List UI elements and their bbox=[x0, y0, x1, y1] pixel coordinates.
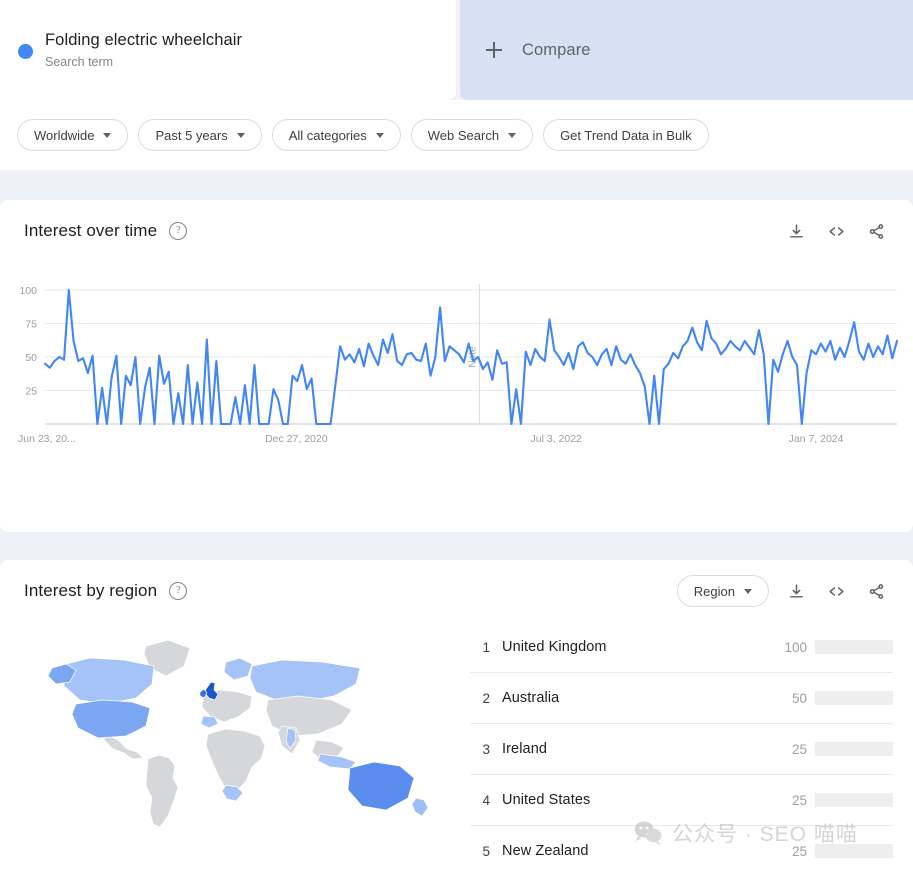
search-term-title: Folding electric wheelchair bbox=[45, 29, 242, 51]
region-asia bbox=[266, 696, 352, 736]
interest-over-time-header: Interest over time ? bbox=[0, 200, 913, 262]
region-scandinavia bbox=[224, 658, 252, 680]
world-map[interactable] bbox=[20, 622, 460, 872]
help-icon[interactable]: ? bbox=[169, 222, 187, 240]
search-terms-row: Folding electric wheelchair Search term … bbox=[0, 0, 913, 100]
compare-button[interactable]: Compare bbox=[460, 0, 913, 100]
region-rank: 5 bbox=[470, 844, 490, 859]
filter-category[interactable]: All categories bbox=[272, 119, 401, 151]
filter-time-range[interactable]: Past 5 years bbox=[138, 119, 261, 151]
chevron-down-icon bbox=[237, 133, 245, 138]
filter-search-type-label: Web Search bbox=[428, 128, 499, 143]
region-bar-track bbox=[815, 691, 893, 705]
search-term-text: Folding electric wheelchair Search term bbox=[45, 29, 242, 72]
search-term-subtitle: Search term bbox=[45, 52, 242, 72]
region-africa bbox=[206, 729, 265, 792]
svg-text:Jun 23, 20...: Jun 23, 20... bbox=[18, 433, 76, 445]
region-bar-track bbox=[815, 844, 893, 858]
region-united-states bbox=[72, 700, 150, 738]
region-canada bbox=[64, 658, 154, 704]
region-value: 50 bbox=[773, 691, 807, 706]
chevron-down-icon bbox=[744, 589, 752, 594]
filter-category-label: All categories bbox=[289, 128, 367, 143]
share-icon[interactable] bbox=[863, 578, 889, 604]
filter-time-range-label: Past 5 years bbox=[155, 128, 227, 143]
svg-text:Jan 7, 2024: Jan 7, 2024 bbox=[789, 433, 844, 445]
page-title: Interest over time bbox=[24, 221, 157, 241]
table-row[interactable]: 4 United States 25 bbox=[470, 775, 893, 826]
interest-by-region-card: Interest by region ? Region bbox=[0, 560, 913, 872]
time-series-plot[interactable]: 255075100NoteJun 23, 20...Dec 27, 2020Ju… bbox=[0, 272, 913, 472]
embed-icon[interactable] bbox=[823, 218, 849, 244]
help-icon[interactable]: ? bbox=[169, 582, 187, 600]
embed-icon[interactable] bbox=[823, 578, 849, 604]
table-row[interactable]: 3 Ireland 25 bbox=[470, 724, 893, 775]
series-color-dot bbox=[18, 44, 33, 59]
region-dropdown-label: Region bbox=[694, 584, 735, 599]
chevron-down-icon bbox=[103, 133, 111, 138]
region-value: 25 bbox=[773, 742, 807, 757]
chevron-down-icon bbox=[508, 133, 516, 138]
region-russia bbox=[250, 660, 360, 702]
download-icon[interactable] bbox=[783, 578, 809, 604]
region-bar-track bbox=[815, 640, 893, 654]
filter-search-type[interactable]: Web Search bbox=[411, 119, 533, 151]
compare-label: Compare bbox=[522, 41, 591, 60]
svg-text:100: 100 bbox=[19, 285, 37, 297]
region-australia bbox=[348, 762, 414, 810]
region-name: New Zealand bbox=[502, 843, 773, 859]
interest-by-region-header: Interest by region ? Region bbox=[0, 560, 913, 622]
choropleth-map-svg[interactable] bbox=[20, 622, 450, 837]
svg-text:50: 50 bbox=[25, 352, 37, 364]
svg-text:75: 75 bbox=[25, 319, 37, 331]
region-name: United Kingdom bbox=[502, 639, 773, 655]
region-new-zealand bbox=[412, 798, 428, 816]
filter-location-label: Worldwide bbox=[34, 128, 94, 143]
region-bar-track bbox=[815, 793, 893, 807]
region-indonesia bbox=[318, 754, 356, 769]
region-south-america bbox=[146, 755, 178, 827]
search-term-card[interactable]: Folding electric wheelchair Search term bbox=[0, 0, 456, 100]
region-value: 100 bbox=[773, 640, 807, 655]
get-trend-data-in-bulk-label: Get Trend Data in Bulk bbox=[560, 128, 692, 143]
download-icon[interactable] bbox=[783, 218, 809, 244]
plus-icon bbox=[486, 42, 502, 58]
svg-text:25: 25 bbox=[25, 386, 37, 398]
region-central-america bbox=[104, 734, 143, 759]
region-dropdown[interactable]: Region bbox=[677, 575, 769, 607]
interest-over-time-chart[interactable]: 255075100NoteJun 23, 20...Dec 27, 2020Ju… bbox=[0, 272, 913, 472]
region-value: 25 bbox=[773, 793, 807, 808]
region-rank: 2 bbox=[470, 691, 490, 706]
get-trend-data-in-bulk-button[interactable]: Get Trend Data in Bulk bbox=[543, 119, 709, 151]
region-name: Ireland bbox=[502, 741, 773, 757]
table-row[interactable]: 2 Australia 50 bbox=[470, 673, 893, 724]
filter-location[interactable]: Worldwide bbox=[17, 119, 128, 151]
region-rank: 3 bbox=[470, 742, 490, 757]
table-row[interactable]: 5 New Zealand 25 bbox=[470, 826, 893, 872]
table-row[interactable]: 1 United Kingdom 100 bbox=[470, 622, 893, 673]
region-name: Australia bbox=[502, 690, 773, 706]
region-value: 25 bbox=[773, 844, 807, 859]
interest-over-time-card: Interest over time ? 255075100NoteJun 23… bbox=[0, 200, 913, 532]
share-icon[interactable] bbox=[863, 218, 889, 244]
filter-bar: Worldwide Past 5 years All categories We… bbox=[0, 100, 913, 170]
region-name: United States bbox=[502, 792, 773, 808]
chevron-down-icon bbox=[376, 133, 384, 138]
svg-text:Dec 27, 2020: Dec 27, 2020 bbox=[265, 433, 328, 445]
region-spain bbox=[201, 716, 218, 728]
region-rank: 1 bbox=[470, 640, 490, 655]
region-rank: 4 bbox=[470, 793, 490, 808]
region-bar-track bbox=[815, 742, 893, 756]
svg-text:Jul 3, 2022: Jul 3, 2022 bbox=[531, 433, 583, 445]
interest-by-region-body: 1 United Kingdom 100 2 Australia 50 3 Ir… bbox=[0, 622, 913, 872]
section-title: Interest by region bbox=[24, 581, 157, 601]
region-ranking-list: 1 United Kingdom 100 2 Australia 50 3 Ir… bbox=[470, 622, 893, 872]
